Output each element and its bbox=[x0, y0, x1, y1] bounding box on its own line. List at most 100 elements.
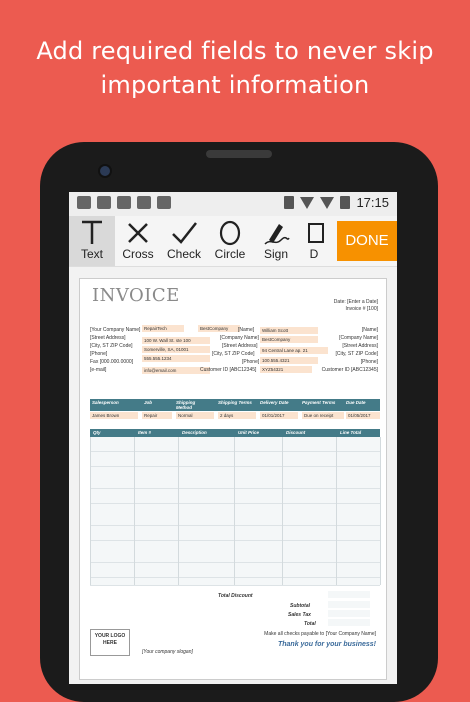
table-column-divider bbox=[90, 437, 91, 585]
bill-label: [Street Address] bbox=[222, 343, 258, 349]
order-values-row: James Brown Repair Normal 2 days 01/01/2… bbox=[90, 412, 380, 420]
left-label: Fax [000.000.0000] bbox=[90, 359, 134, 365]
done-button[interactable]: DONE bbox=[337, 221, 397, 261]
form-field[interactable]: BestCompany bbox=[260, 336, 318, 343]
bill-label: [Phone] bbox=[242, 359, 260, 365]
tool-cross-label: Cross bbox=[122, 247, 154, 261]
form-field[interactable]: 01/05/2017 bbox=[346, 412, 380, 419]
form-field[interactable]: 100 W. Wall St. ste 100 bbox=[142, 337, 210, 344]
order-header: Shipping Terms bbox=[218, 400, 252, 405]
bill-label: Customer ID [ABC12345] bbox=[200, 367, 257, 373]
form-field[interactable]: 100.555.4321 bbox=[260, 357, 318, 364]
form-field[interactable] bbox=[328, 610, 370, 617]
system-icons: 17:15 bbox=[284, 195, 389, 210]
table-column-divider bbox=[178, 437, 179, 585]
order-header: Payment Terms bbox=[302, 400, 336, 405]
form-field[interactable]: 94 Central Lane ap. 21 bbox=[260, 347, 328, 354]
date-icon bbox=[308, 223, 324, 243]
battery-icon bbox=[340, 196, 351, 209]
vibrate-icon bbox=[284, 196, 295, 209]
form-field[interactable]: William Scott bbox=[260, 327, 318, 334]
circle-icon bbox=[219, 220, 241, 246]
order-header: Shipping Method bbox=[176, 400, 196, 410]
order-header: Due Date bbox=[346, 400, 366, 405]
tool-cross[interactable]: Cross bbox=[115, 216, 161, 266]
company-slogan: [Your company slogan] bbox=[142, 649, 193, 655]
cross-icon bbox=[128, 223, 148, 243]
mail-icon bbox=[117, 196, 131, 209]
tool-check[interactable]: Check bbox=[161, 216, 207, 266]
ship-label: [Street Address] bbox=[342, 343, 378, 349]
order-header-row: Salesperson Job Shipping Method Shipping… bbox=[90, 399, 380, 411]
bill-label: [City, ST ZIP Code] bbox=[212, 351, 255, 357]
left-label: [Street Address] bbox=[90, 335, 126, 341]
camera bbox=[100, 166, 110, 176]
bill-label: [Company Name] bbox=[220, 335, 259, 341]
youtube-icon bbox=[157, 196, 171, 209]
items-header: Line Total bbox=[340, 430, 362, 435]
tool-text-label: Text bbox=[80, 247, 103, 261]
thanks-text: Thank you for your business! bbox=[277, 641, 376, 648]
table-column-divider bbox=[380, 437, 381, 585]
phone-screen: 17:15 Text Cross Check Circle Sign D DON… bbox=[69, 192, 397, 684]
tool-check-label: Check bbox=[166, 247, 201, 261]
order-header: Delivery Date bbox=[260, 400, 289, 405]
sign-icon bbox=[264, 224, 290, 245]
tool-text[interactable]: Text bbox=[69, 216, 115, 266]
tool-date[interactable]: D bbox=[299, 216, 329, 266]
checks-note: Make all checks payable to [Your Company… bbox=[264, 631, 376, 637]
items-header: Unit Price bbox=[238, 430, 260, 435]
signal-icon bbox=[320, 196, 335, 209]
form-field[interactable]: Repair bbox=[142, 412, 172, 419]
order-header: Job bbox=[144, 400, 153, 405]
form-field[interactable]: BestCompany bbox=[198, 325, 240, 332]
ship-label: [Name] bbox=[361, 327, 378, 333]
annotation-toolbar: Text Cross Check Circle Sign D DONE bbox=[69, 216, 397, 267]
ship-label: [City, ST ZIP Code] bbox=[335, 351, 378, 357]
ship-label: [Company Name] bbox=[339, 335, 378, 341]
tool-sign[interactable]: Sign bbox=[253, 216, 299, 266]
headline-line-1: Add required fields to never skip bbox=[36, 37, 434, 65]
form-field[interactable]: Normal bbox=[176, 412, 214, 419]
ship-label: Customer ID [ABC12345] bbox=[321, 367, 378, 373]
form-field[interactable]: XYZ54321 bbox=[260, 366, 312, 373]
items-header: Item # bbox=[138, 430, 152, 435]
form-field[interactable]: Due on receipt bbox=[302, 412, 344, 419]
bill-label: [Name] bbox=[238, 327, 255, 333]
table-column-divider bbox=[336, 437, 337, 585]
items-table-body bbox=[80, 437, 386, 587]
left-label: [e-mail] bbox=[90, 367, 107, 373]
tool-sign-label: Sign bbox=[263, 247, 289, 261]
notification-icons bbox=[77, 196, 171, 209]
items-header: Qty bbox=[93, 430, 101, 435]
invoice-date: Date: [Enter a Date] bbox=[333, 299, 378, 305]
tool-circle[interactable]: Circle bbox=[207, 216, 253, 266]
items-header: Discount bbox=[286, 430, 306, 435]
invoice-document: INVOICE Date: [Enter a Date] Invoice # [… bbox=[79, 278, 387, 680]
form-field[interactable]: 01/01/2017 bbox=[260, 412, 298, 419]
notification-icon bbox=[77, 196, 91, 209]
table-column-divider bbox=[134, 437, 135, 585]
form-field[interactable]: 2 days bbox=[218, 412, 256, 419]
items-header-row: Qty Item # Description Unit Price Discou… bbox=[90, 429, 380, 437]
order-header: Salesperson bbox=[92, 400, 119, 405]
form-field[interactable] bbox=[328, 601, 370, 608]
form-field[interactable]: RepairTech bbox=[142, 325, 184, 332]
headline-line-2: important information bbox=[100, 71, 370, 99]
form-field[interactable]: James Brown bbox=[90, 412, 138, 419]
form-field[interactable] bbox=[328, 591, 370, 598]
form-field[interactable] bbox=[328, 619, 370, 626]
form-field[interactable]: 555.555.1234 bbox=[142, 355, 210, 362]
form-field[interactable]: Somerville, SA, 01001 bbox=[142, 346, 210, 353]
left-label: [Your Company Name] bbox=[90, 327, 141, 333]
total-label: Total bbox=[304, 621, 316, 627]
sales-tax-label: Sales Tax bbox=[288, 612, 311, 618]
clock: 17:15 bbox=[356, 195, 389, 210]
headline: Add required fields to never skip import… bbox=[0, 34, 470, 102]
invoice-number: Invoice # [100] bbox=[345, 306, 378, 312]
subtotal-label: Subtotal bbox=[290, 603, 310, 609]
ship-label: [Phone] bbox=[360, 359, 378, 365]
status-bar: 17:15 bbox=[69, 192, 397, 216]
left-label: [Phone] bbox=[90, 351, 108, 357]
logo-placeholder: YOUR LOGO HERE bbox=[90, 629, 130, 656]
